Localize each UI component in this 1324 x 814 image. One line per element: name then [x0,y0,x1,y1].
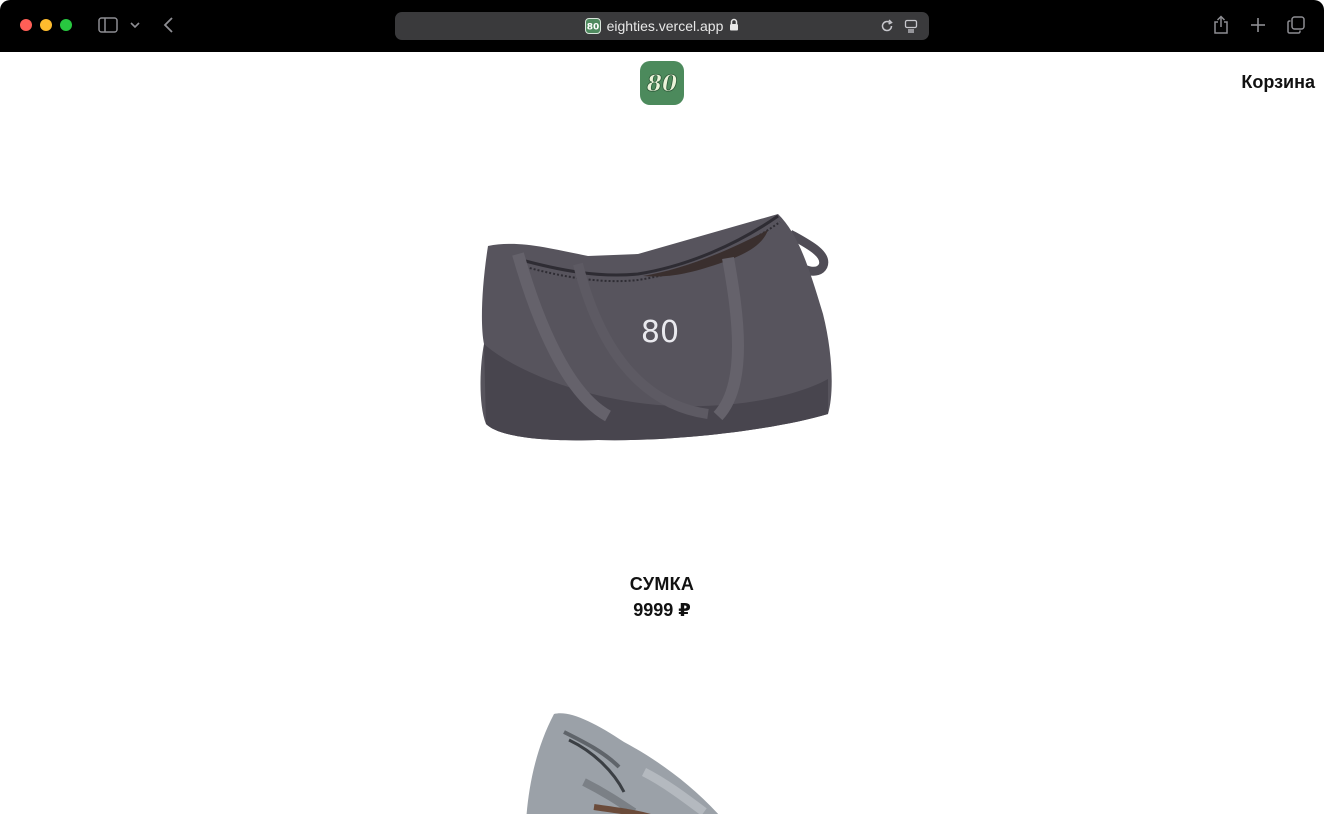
logo-mark-icon: 80 [645,71,678,98]
cart-link[interactable]: Корзина [1241,72,1315,93]
tabs-icon[interactable] [1285,14,1307,36]
svg-text:80: 80 [587,23,599,32]
address-text: eighties.vercel.app [606,18,724,34]
product-image-bag-2[interactable] [524,712,724,814]
sidebar-icon[interactable] [97,14,119,36]
site-logo[interactable]: 80 [640,61,684,105]
svg-text:80: 80 [641,315,679,350]
browser-toolbar: 80 eighties.vercel.app [0,0,1324,52]
page-content: 80 Корзина 80 СУМКА 9999 ₽ [0,52,1324,814]
browser-window: 80 eighties.vercel.app 80 Корзина 80 СУМ… [0,0,1324,814]
maximize-window-button[interactable] [60,19,72,31]
reload-icon[interactable] [879,18,895,34]
product-image-bag[interactable]: 80 [478,204,834,444]
svg-text:80: 80 [646,71,678,97]
reader-icon[interactable] [903,18,919,34]
address-bar[interactable]: 80 eighties.vercel.app [395,12,929,40]
lock-icon [729,18,739,34]
share-icon[interactable] [1210,14,1232,36]
close-window-button[interactable] [20,19,32,31]
back-icon[interactable] [158,14,180,36]
minimize-window-button[interactable] [40,19,52,31]
product-price: 9999 ₽ [633,600,691,620]
plus-icon[interactable] [1247,14,1269,36]
site-favicon-icon: 80 [584,18,601,34]
chevron-down-icon[interactable] [124,14,146,36]
product-title[interactable]: СУМКА [0,574,1324,595]
